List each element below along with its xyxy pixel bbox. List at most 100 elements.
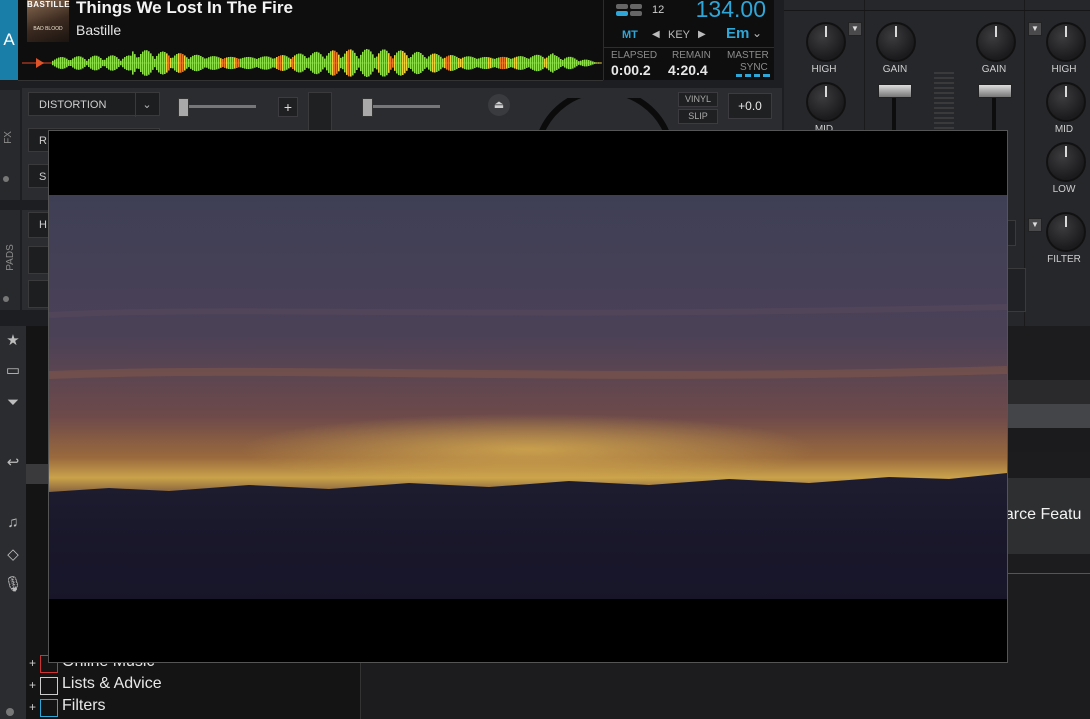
waveform-bar bbox=[238, 58, 240, 68]
sidebar-dot[interactable] bbox=[6, 708, 14, 716]
waveform-bar bbox=[410, 57, 412, 69]
waveform-bar bbox=[56, 58, 58, 68]
high-eq-knob-right[interactable] bbox=[1046, 22, 1086, 62]
sampler-icon[interactable]: ◇ bbox=[2, 544, 24, 566]
waveform-bar bbox=[64, 57, 66, 69]
waveform-bar bbox=[58, 57, 60, 69]
microphone-icon[interactable]: 🎙 bbox=[2, 574, 24, 596]
expand-icon[interactable]: + bbox=[29, 700, 36, 714]
tree-item-lists-advice[interactable]: + Lists & Advice bbox=[26, 675, 360, 697]
master-tempo-button[interactable]: MT bbox=[622, 29, 638, 41]
add-filter-icon[interactable]: ⏷ bbox=[2, 392, 24, 414]
waveform-bar bbox=[216, 56, 218, 70]
waveform-bar bbox=[130, 55, 132, 71]
bpm-display[interactable]: 134.00 bbox=[696, 0, 766, 23]
waveform-bar bbox=[588, 60, 590, 66]
waveform-bar bbox=[556, 55, 558, 71]
waveform-bar bbox=[206, 58, 208, 68]
mixer-button[interactable] bbox=[1006, 268, 1026, 312]
low-eq-knob-right[interactable] bbox=[1046, 142, 1086, 182]
waveform-bar bbox=[400, 50, 402, 76]
waveform-bar bbox=[326, 55, 328, 71]
eq-kill-toggle-left[interactable]: ▼ bbox=[848, 22, 862, 36]
waveform-bar bbox=[584, 59, 586, 67]
waveform-bar bbox=[292, 57, 294, 69]
waveform-bar bbox=[86, 60, 88, 66]
slip-button[interactable]: SLIP bbox=[678, 109, 718, 124]
pads-expand-dot[interactable] bbox=[3, 296, 9, 302]
waveform-bar bbox=[258, 58, 260, 68]
waveform-bar bbox=[160, 52, 162, 74]
waveform-bar bbox=[386, 50, 388, 76]
waveform-bar bbox=[414, 52, 416, 74]
back-icon[interactable]: ↩ bbox=[2, 452, 24, 474]
waveform-bar bbox=[450, 55, 452, 71]
pitch-range-value: 12 bbox=[652, 4, 665, 16]
waveform-bar bbox=[478, 58, 480, 68]
deck-a-indicator[interactable]: A bbox=[0, 0, 18, 80]
waveform-bar bbox=[72, 58, 74, 68]
waveform-bar bbox=[74, 57, 76, 69]
music-icon[interactable]: ♫ bbox=[2, 512, 24, 534]
waveform-bar bbox=[302, 54, 304, 72]
favorites-icon[interactable]: ★ bbox=[2, 330, 24, 352]
tree-item-filters[interactable]: + Filters bbox=[26, 697, 360, 719]
gain-knob-right[interactable] bbox=[976, 22, 1016, 62]
waveform-bar bbox=[78, 56, 80, 70]
expand-icon[interactable]: + bbox=[29, 656, 36, 670]
filter-toggle-right[interactable]: ▼ bbox=[1028, 218, 1042, 232]
add-folder-icon[interactable]: ▭ bbox=[2, 360, 24, 382]
waveform-bar bbox=[560, 58, 562, 68]
remain-label: REMAIN bbox=[672, 50, 711, 61]
mid-eq-knob-left[interactable] bbox=[806, 82, 846, 122]
waveform-bar bbox=[68, 60, 70, 66]
waveform-bar bbox=[196, 54, 198, 72]
eq-kill-toggle-right[interactable]: ▼ bbox=[1028, 22, 1042, 36]
key-value[interactable]: Em bbox=[726, 25, 749, 42]
add-effect-button[interactable]: + bbox=[278, 97, 298, 117]
waveform-bar bbox=[60, 57, 62, 69]
volume-fader-left[interactable] bbox=[878, 84, 912, 98]
waveform[interactable] bbox=[22, 46, 602, 80]
waveform-bar bbox=[296, 54, 298, 72]
waveform-bar bbox=[470, 56, 472, 70]
elapsed-time[interactable]: 0:00.2 bbox=[611, 62, 651, 78]
waveform-bar bbox=[424, 57, 426, 69]
eject-icon[interactable]: ⏏ bbox=[488, 94, 510, 116]
key-down-icon[interactable]: ◀ bbox=[652, 29, 660, 40]
video-window[interactable] bbox=[48, 130, 1008, 663]
track-title: Things We Lost In The Fire bbox=[76, 0, 293, 17]
expand-icon[interactable]: + bbox=[29, 678, 36, 692]
waveform-bar bbox=[122, 58, 124, 68]
waveform-bar bbox=[192, 55, 194, 71]
pitch-range-icon[interactable] bbox=[616, 3, 644, 17]
waveform-bar bbox=[66, 58, 68, 68]
waveform-bar bbox=[150, 53, 152, 73]
volume-fader-right[interactable] bbox=[978, 84, 1012, 98]
waveform-bar bbox=[456, 56, 458, 70]
waveform-bar bbox=[366, 49, 368, 77]
high-eq-knob-left[interactable] bbox=[806, 22, 846, 62]
remain-time[interactable]: 4:20.4 bbox=[668, 62, 708, 78]
key-up-icon[interactable]: ▶ bbox=[698, 29, 706, 40]
gain-knob-left[interactable] bbox=[876, 22, 916, 62]
waveform-bar bbox=[96, 55, 98, 71]
pitch-value[interactable]: +0.0 bbox=[728, 93, 772, 119]
waveform-bar bbox=[408, 58, 410, 68]
waveform-bar bbox=[180, 53, 182, 73]
waveform-bar bbox=[166, 53, 168, 73]
effect-select-1[interactable]: DISTORTION ⌄ bbox=[28, 92, 160, 117]
waveform-bar bbox=[184, 55, 186, 71]
waveform-bar bbox=[198, 55, 200, 71]
mid-eq-knob-right[interactable] bbox=[1046, 82, 1086, 122]
waveform-bar bbox=[468, 56, 470, 70]
vinyl-button[interactable]: VINYL bbox=[678, 92, 718, 107]
waveform-bar bbox=[426, 58, 428, 68]
mid-eq-label-right: MID bbox=[1054, 124, 1074, 135]
effect-slider-handle[interactable] bbox=[178, 98, 189, 117]
effect-slider-handle-2[interactable] bbox=[362, 98, 373, 117]
chevron-down-icon[interactable]: ⌄ bbox=[752, 26, 762, 40]
sync-button[interactable]: SYNC bbox=[740, 62, 768, 73]
fx-expand-dot[interactable] bbox=[3, 176, 9, 182]
filter-knob-right[interactable] bbox=[1046, 212, 1086, 252]
